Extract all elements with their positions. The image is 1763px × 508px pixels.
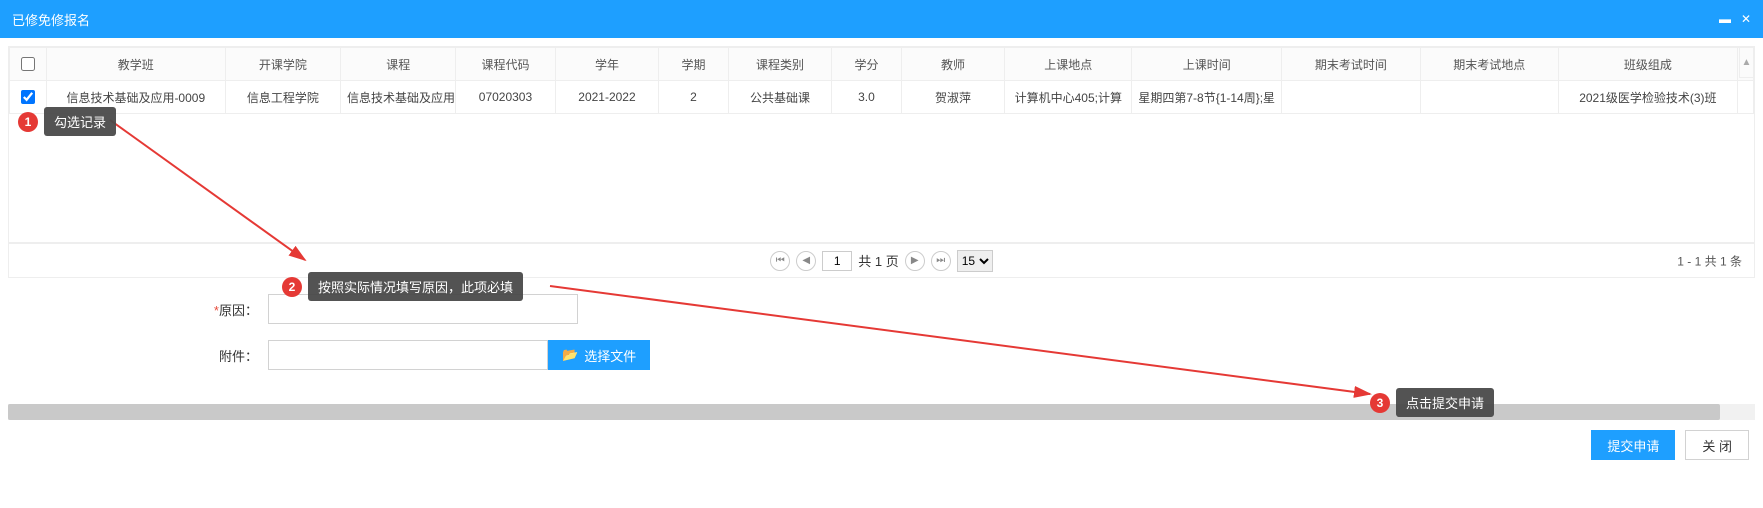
cell-code: 07020303 [456,81,555,114]
row-checkbox[interactable] [21,90,35,104]
table-area: 教学班 开课学院 课程 课程代码 学年 学期 课程类别 学分 教师 上课地点 上… [9,47,1754,243]
window-title: 已修免修报名 [12,10,90,29]
page-total-label: 共 1 页 [858,251,898,270]
cell-teacher: 贺淑萍 [901,81,1005,114]
th-type: 课程类别 [728,48,832,81]
page-last-button[interactable]: ⏭ [931,251,951,271]
cell-time: 星期四第7-8节{1-14周};星 [1132,81,1282,114]
form-row-attachment: 附件： 📂 选择文件 [8,340,1755,370]
folder-open-icon: 📂 [562,347,578,363]
th-code: 课程代码 [456,48,555,81]
callout-2: 2 按照实际情况填写原因，此项必填 [282,272,523,301]
table-panel: ▲ [8,46,1755,278]
attachment-path-display [268,340,548,370]
callout-1-number: 1 [18,112,38,132]
page-first-button[interactable]: ⏮ [770,251,790,271]
reason-label-text: 原因： [219,303,258,318]
course-table: 教学班 开课学院 课程 课程代码 学年 学期 课程类别 学分 教师 上课地点 上… [9,47,1754,114]
footer-buttons: 提交申请 关 闭 [0,420,1763,470]
th-examtime: 期末考试时间 [1282,48,1420,81]
th-teacher: 教师 [901,48,1005,81]
form-row-reason: *原因： [8,294,1755,324]
page-number-input[interactable] [822,251,852,271]
reason-label: *原因： [8,300,268,319]
cell-year: 2021-2022 [555,81,659,114]
scrollbar-stub[interactable]: ▲ [1739,48,1753,78]
cell-classlist: 2021级医学检验技术(3)班 [1558,81,1737,114]
callout-1: 1 勾选记录 [18,107,116,136]
page-prev-button[interactable]: ◀ [796,251,816,271]
titlebar: 已修免修报名 ▬ ✕ [0,0,1763,38]
choose-file-label: 选择文件 [584,346,636,365]
page-next-button[interactable]: ▶ [905,251,925,271]
minimize-icon[interactable]: ▬ [1719,12,1731,26]
content-wrap: ▲ [0,38,1763,404]
cell-examtime [1282,81,1420,114]
cell-college: 信息工程学院 [225,81,340,114]
table-row[interactable]: 信息技术基础及应用-0009 信息工程学院 信息技术基础及应用 07020303… [10,81,1754,114]
cell-course: 信息技术基础及应用 [341,81,456,114]
callout-3: 3 点击提交申请 [1370,388,1494,417]
th-year: 学年 [555,48,659,81]
cell-examplace [1420,81,1558,114]
submit-button[interactable]: 提交申请 [1591,430,1675,460]
page-size-select[interactable]: 15 [957,250,993,272]
attachment-label: 附件： [8,346,268,365]
cell-credit: 3.0 [832,81,901,114]
pager: ⏮ ◀ 共 1 页 ▶ ⏭ 15 1 - 1 共 1 条 [9,243,1754,277]
callout-3-number: 3 [1370,393,1390,413]
close-button[interactable]: 关 闭 [1685,430,1749,460]
callout-2-tooltip: 按照实际情况填写原因，此项必填 [308,272,523,301]
form-area: *原因： 附件： 📂 选择文件 [8,278,1755,396]
table-header-row: 教学班 开课学院 课程 课程代码 学年 学期 课程类别 学分 教师 上课地点 上… [10,48,1754,81]
th-term: 学期 [659,48,728,81]
cell-term: 2 [659,81,728,114]
pager-summary: 1 - 1 共 1 条 [1677,252,1742,269]
callout-3-tooltip: 点击提交申请 [1396,388,1494,417]
th-college: 开课学院 [225,48,340,81]
callout-2-number: 2 [282,277,302,297]
th-credit: 学分 [832,48,901,81]
select-all-checkbox[interactable] [21,57,35,71]
th-time: 上课时间 [1132,48,1282,81]
cell-pad [1737,81,1753,114]
th-classlist: 班级组成 [1558,48,1737,81]
th-class: 教学班 [46,48,225,81]
header-checkbox-cell [10,48,47,81]
th-place: 上课地点 [1005,48,1132,81]
cell-type: 公共基础课 [728,81,832,114]
close-icon[interactable]: ✕ [1741,12,1751,26]
choose-file-button[interactable]: 📂 选择文件 [548,340,650,370]
cell-place: 计算机中心405;计算 [1005,81,1132,114]
th-course: 课程 [341,48,456,81]
callout-1-tooltip: 勾选记录 [44,107,116,136]
window-controls: ▬ ✕ [1719,12,1751,26]
th-examplace: 期末考试地点 [1420,48,1558,81]
